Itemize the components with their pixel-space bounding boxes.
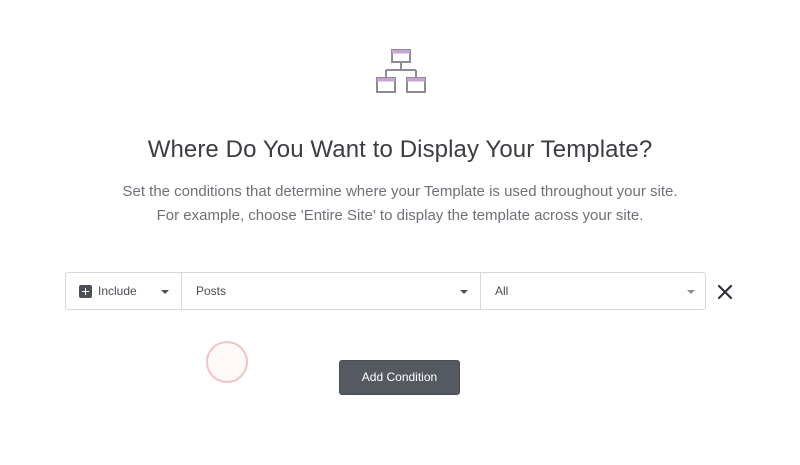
plus-square-icon: [79, 284, 92, 298]
condition-name-value: Posts: [196, 284, 227, 298]
condition-row: Include Posts All: [65, 272, 706, 310]
condition-type-value: Include: [98, 284, 137, 298]
chevron-down-icon: [161, 290, 169, 294]
cursor-click-indicator: [206, 341, 248, 383]
condition-sub-name-value: All: [495, 284, 509, 298]
page-title: Where Do You Want to Display Your Templa…: [147, 136, 653, 163]
condition-name-select[interactable]: Posts: [182, 273, 481, 309]
description-line-1: Set the conditions that determine where …: [122, 183, 678, 200]
chevron-down-icon: [460, 290, 468, 294]
description-line-2: For example, choose 'Entire Site' to dis…: [156, 207, 644, 224]
condition-type-select[interactable]: Include: [66, 273, 182, 309]
add-condition-button[interactable]: Add Condition: [339, 360, 460, 395]
condition-sub-name-select[interactable]: All: [481, 273, 705, 309]
chevron-down-icon: [687, 290, 695, 294]
sitemap-icon: [376, 49, 426, 93]
close-icon[interactable]: [716, 283, 734, 301]
page-description: Set the conditions that determine where …: [0, 180, 800, 228]
publish-conditions-panel: Where Do You Want to Display Your Templa…: [0, 0, 800, 465]
